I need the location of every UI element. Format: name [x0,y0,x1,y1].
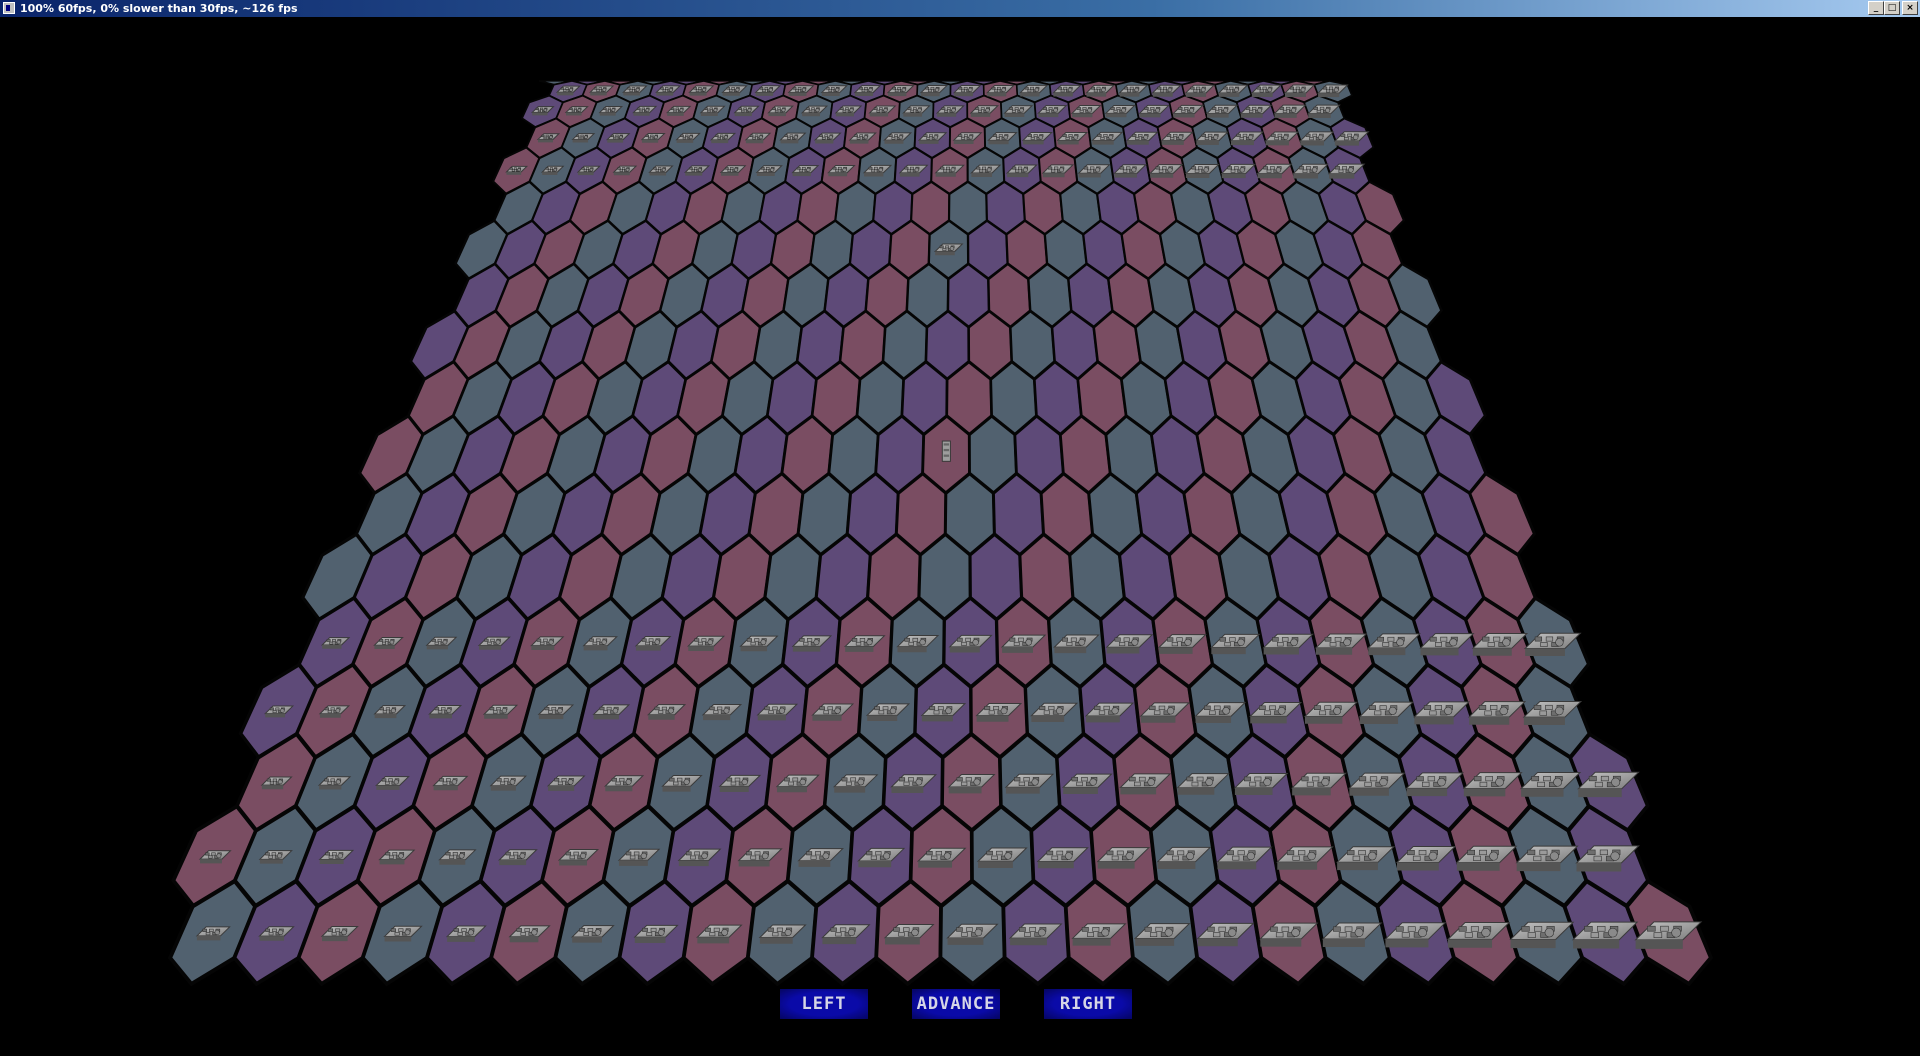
window-title-bar[interactable]: 100% 60fps, 0% slower than 30fps, ~126 f… [0,0,1920,17]
minimize-button[interactable]: _ [1868,1,1884,15]
right-button[interactable]: RIGHT [1044,989,1132,1019]
hex-board [167,80,1714,987]
player-unit-center[interactable] [941,440,951,462]
left-button[interactable]: LEFT [780,989,868,1019]
advance-button[interactable]: ADVANCE [912,989,1000,1019]
window-title: 100% 60fps, 0% slower than 30fps, ~126 f… [20,2,298,15]
maximize-button[interactable]: □ [1884,1,1900,15]
close-button[interactable]: × [1902,1,1918,15]
app-window-icon[interactable] [3,2,15,14]
